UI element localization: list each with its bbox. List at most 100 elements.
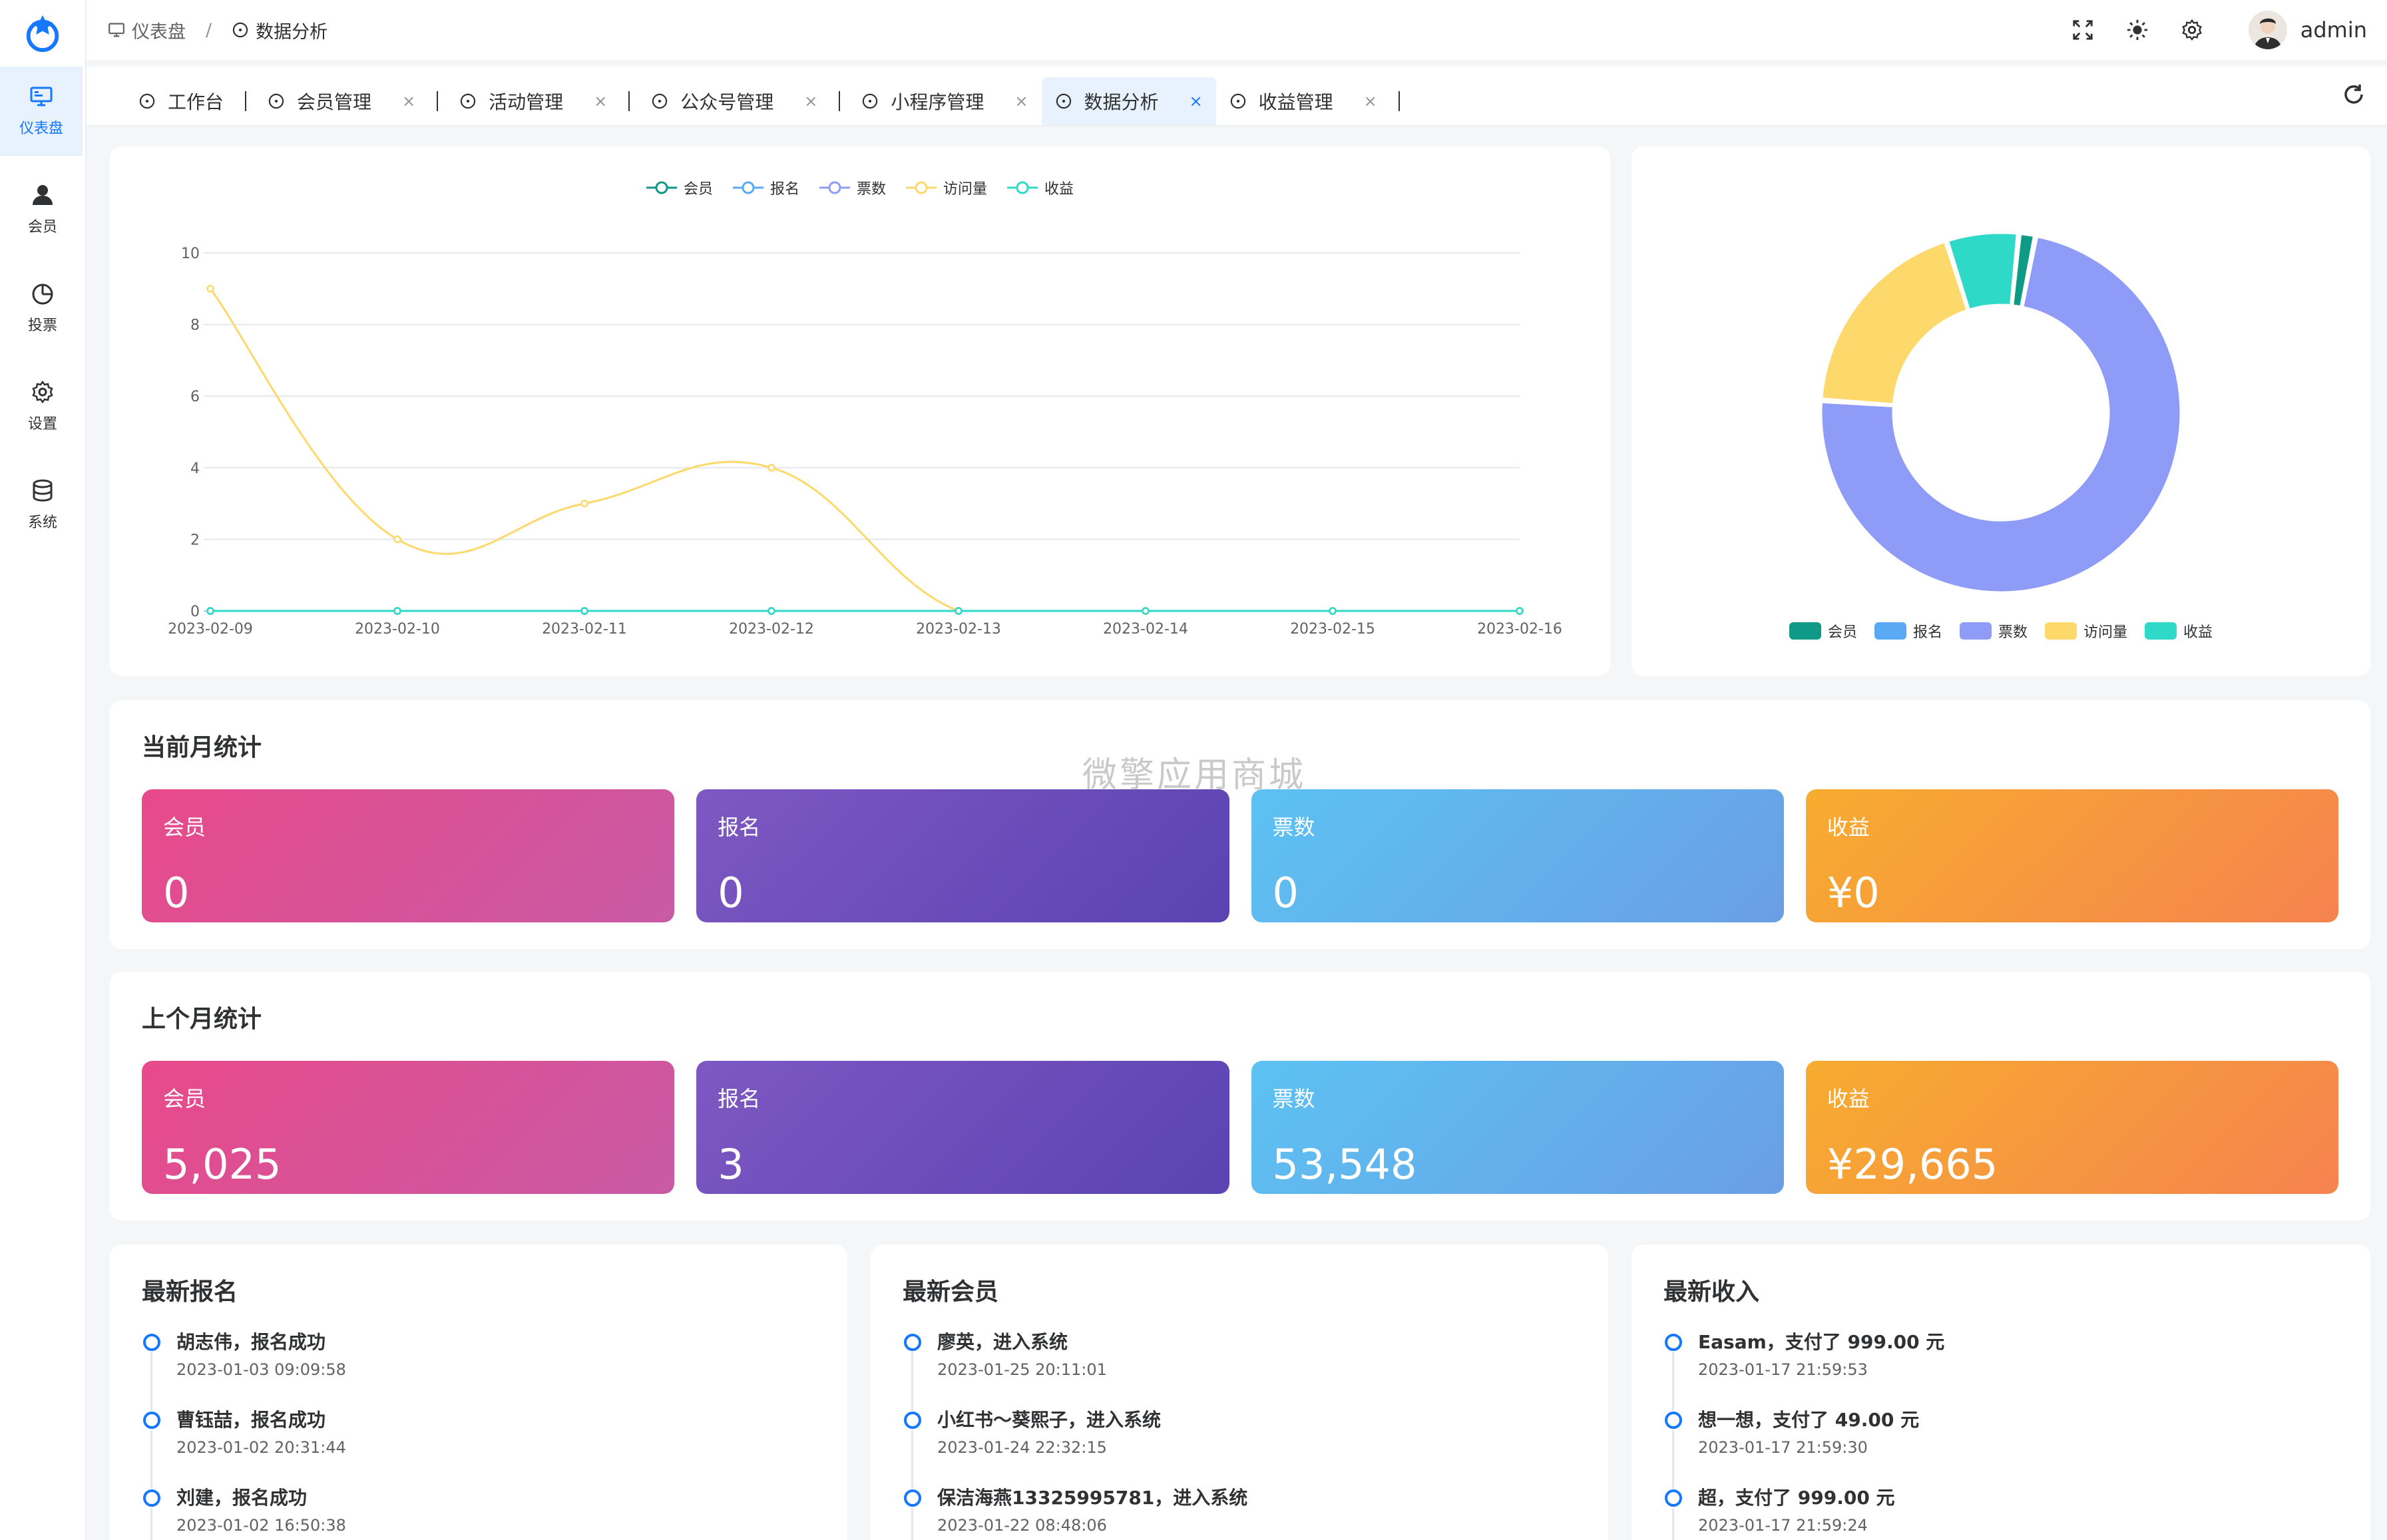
timeline-dot bbox=[1665, 1489, 1682, 1507]
legend-label: 访问量 bbox=[2083, 624, 2128, 641]
compass-icon bbox=[1230, 93, 1245, 109]
timeline-item[interactable]: 曹钰喆，报名成功 2023-01-02 20:31:44 bbox=[142, 1409, 821, 1489]
current-month-card: 当前月统计 会员 0 报名 0 票数 0 收益 ¥0 bbox=[110, 700, 2370, 949]
avatar[interactable] bbox=[2248, 11, 2287, 49]
tab-activity-management[interactable]: 活动管理 × bbox=[446, 77, 620, 125]
stat-label: 会员 bbox=[163, 1086, 206, 1111]
tabs-bar: 工作台 会员管理 × 活动管理 × 公众号管理 × 小程序管理 × 数据分析 ×… bbox=[87, 67, 2387, 126]
tab-official-account[interactable]: 公众号管理 × bbox=[638, 77, 831, 125]
legend-item-votes[interactable]: 票数 bbox=[1959, 620, 2028, 642]
legend-item-member[interactable]: 会员 bbox=[1789, 620, 1857, 642]
timeline-time: 2023-01-17 21:59:53 bbox=[1698, 1360, 1868, 1379]
sidebar-item-member[interactable]: 会员 bbox=[0, 165, 85, 254]
timeline-item[interactable]: 小红书～葵熙子，进入系统 2023-01-24 22:32:15 bbox=[903, 1409, 1582, 1489]
breadcrumb-item-dashboard[interactable]: 仪表盘 bbox=[132, 17, 186, 43]
timeline-line bbox=[911, 1352, 913, 1411]
x-tick-label: 2023-02-14 bbox=[1103, 621, 1188, 638]
timeline-item[interactable]: 刘建，报名成功 2023-01-02 16:50:38 bbox=[142, 1487, 821, 1540]
tab-mini-program[interactable]: 小程序管理 × bbox=[848, 77, 1041, 125]
sidebar-item-vote[interactable]: 投票 bbox=[0, 264, 85, 353]
timeline-item[interactable]: 超，支付了 999.00 元 2023-01-17 21:59:24 bbox=[1663, 1487, 2344, 1540]
timeline-time: 2023-01-02 16:50:38 bbox=[176, 1516, 346, 1535]
tab-divider bbox=[437, 91, 439, 111]
tab-close-icon[interactable]: × bbox=[1364, 92, 1377, 110]
x-tick-label: 2023-02-15 bbox=[1290, 621, 1375, 638]
breadcrumb-separator: / bbox=[206, 19, 212, 41]
sidebar-item-system[interactable]: 系统 bbox=[0, 461, 85, 550]
tab-close-icon[interactable]: × bbox=[1190, 92, 1203, 110]
x-tick-label: 2023-02-13 bbox=[916, 621, 1001, 638]
timeline-text: 胡志伟，报名成功 bbox=[176, 1331, 326, 1353]
timeline-dot bbox=[1665, 1412, 1682, 1429]
data-point bbox=[1142, 607, 1150, 615]
timeline-dot bbox=[143, 1412, 160, 1429]
timeline-text: 超，支付了 999.00 元 bbox=[1698, 1487, 1895, 1509]
timeline-item[interactable]: 廖英，进入系统 2023-01-25 20:11:01 bbox=[903, 1331, 1582, 1411]
stat-value: 3 bbox=[718, 1140, 744, 1189]
timeline-item[interactable]: 保洁海燕13325995781，进入系统 2023-01-22 08:48:06 bbox=[903, 1487, 1582, 1540]
username[interactable]: admin bbox=[2300, 17, 2367, 43]
stat-member[interactable]: 会员 5,025 bbox=[142, 1061, 675, 1194]
watermark: 微擎应用商城 bbox=[1082, 755, 1307, 795]
tab-income-management[interactable]: 收益管理 × bbox=[1216, 77, 1391, 125]
tab-close-icon[interactable]: × bbox=[1014, 92, 1028, 110]
sidebar-item-settings[interactable]: 设置 bbox=[0, 362, 85, 451]
stat-value: ¥29,665 bbox=[1827, 1140, 1998, 1189]
sun-icon[interactable] bbox=[2126, 19, 2149, 41]
top-header: 仪表盘 / 数据分析 admin bbox=[87, 0, 2387, 60]
timeline-item[interactable]: 想一想，支付了 49.00 元 2023-01-17 21:59:30 bbox=[1663, 1409, 2344, 1489]
tab-member-management[interactable]: 会员管理 × bbox=[254, 77, 429, 125]
logo[interactable] bbox=[0, 0, 85, 67]
compass-icon bbox=[652, 93, 668, 109]
stat-income[interactable]: 收益 ¥29,665 bbox=[1805, 1061, 2338, 1194]
stat-income[interactable]: 收益 ¥0 bbox=[1805, 789, 2338, 922]
sidebar-item-label: 系统 bbox=[27, 514, 57, 531]
timeline-time: 2023-01-03 09:09:58 bbox=[176, 1360, 346, 1379]
pie-icon bbox=[32, 284, 53, 305]
sidebar-item-dashboard[interactable]: 仪表盘 bbox=[0, 67, 83, 156]
tab-divider bbox=[628, 91, 630, 111]
tab-close-icon[interactable]: × bbox=[804, 92, 817, 110]
timeline-time: 2023-01-24 22:32:15 bbox=[937, 1438, 1107, 1457]
tab-label: 工作台 bbox=[168, 91, 224, 113]
refresh-icon[interactable] bbox=[2342, 83, 2366, 106]
stat-member[interactable]: 会员 0 bbox=[142, 789, 675, 922]
y-tick-label: 6 bbox=[190, 389, 200, 405]
legend-item-visits[interactable]: 访问量 bbox=[2045, 620, 2127, 642]
legend-item-income[interactable]: 收益 bbox=[2145, 620, 2213, 642]
y-tick-label: 10 bbox=[181, 246, 200, 262]
timeline-time: 2023-01-22 08:48:06 bbox=[937, 1516, 1107, 1535]
tab-workbench[interactable]: 工作台 bbox=[125, 77, 237, 125]
y-tick-label: 0 bbox=[190, 604, 200, 620]
latest-members-card: 最新会员 廖英，进入系统 2023-01-25 20:11:01 小红书～葵熙子，… bbox=[871, 1245, 1608, 1540]
current-month-title: 当前月统计 bbox=[142, 734, 262, 761]
tab-close-icon[interactable]: × bbox=[594, 92, 607, 110]
timeline-text: Easam，支付了 999.00 元 bbox=[1698, 1331, 1945, 1353]
avatar-icon bbox=[2248, 11, 2287, 49]
legend-item-signup[interactable]: 报名 bbox=[1874, 620, 1942, 642]
timeline-line bbox=[1672, 1430, 1674, 1489]
timeline-line bbox=[1672, 1352, 1674, 1411]
timeline-line bbox=[150, 1508, 152, 1540]
tab-close-icon[interactable]: × bbox=[402, 92, 415, 110]
stat-label: 票数 bbox=[1272, 815, 1315, 840]
stat-signup[interactable]: 报名 3 bbox=[696, 1061, 1229, 1194]
timeline-item[interactable]: 胡志伟，报名成功 2023-01-03 09:09:58 bbox=[142, 1331, 821, 1411]
timeline-dot bbox=[1665, 1334, 1682, 1351]
timeline-text: 小红书～葵熙子，进入系统 bbox=[937, 1409, 1162, 1431]
x-tick-label: 2023-02-10 bbox=[355, 621, 440, 638]
stat-votes[interactable]: 票数 53,548 bbox=[1251, 1061, 1784, 1194]
timeline-item[interactable]: Easam，支付了 999.00 元 2023-01-17 21:59:53 bbox=[1663, 1331, 2344, 1411]
stat-signup[interactable]: 报名 0 bbox=[696, 789, 1229, 922]
latest-income-card: 最新收入 Easam，支付了 999.00 元 2023-01-17 21:59:… bbox=[1631, 1245, 2370, 1540]
fullscreen-icon[interactable] bbox=[2071, 19, 2094, 41]
logo-icon bbox=[26, 15, 59, 53]
stat-votes[interactable]: 票数 0 bbox=[1251, 789, 1784, 922]
tab-data-analysis[interactable]: 数据分析 × bbox=[1041, 77, 1216, 125]
timeline-time: 2023-01-17 21:59:24 bbox=[1698, 1516, 1868, 1535]
legend-swatch bbox=[1959, 622, 1992, 640]
settings-icon[interactable] bbox=[2181, 19, 2203, 41]
timeline-line bbox=[911, 1430, 913, 1489]
timeline-text: 廖英，进入系统 bbox=[937, 1331, 1068, 1353]
stat-label: 报名 bbox=[718, 1086, 761, 1111]
